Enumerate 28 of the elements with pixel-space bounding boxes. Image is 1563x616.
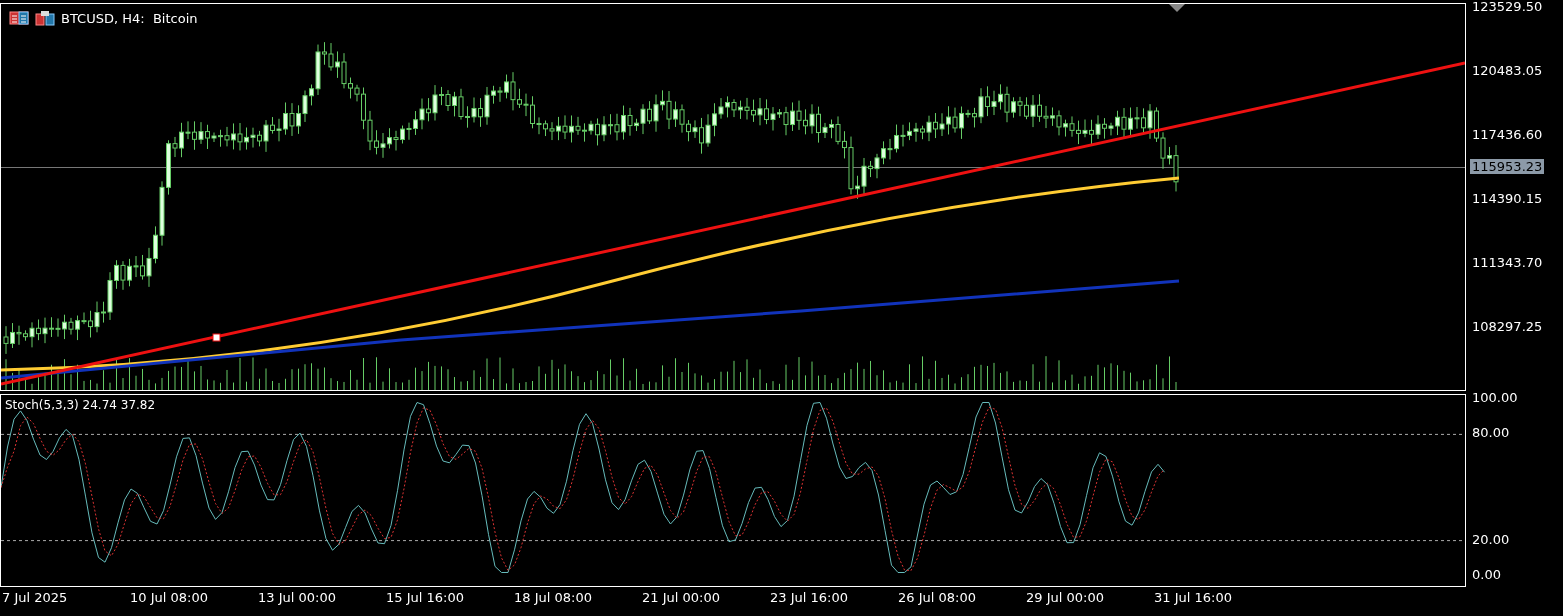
price-axis-label: 111343.70 — [1472, 255, 1543, 270]
indicator-axis-label: 0.00 — [1472, 567, 1501, 582]
time-axis-label: 21 Jul 00:00 — [642, 590, 720, 605]
time-axis-label: 15 Jul 16:00 — [386, 590, 464, 605]
time-axis-label: 23 Jul 16:00 — [770, 590, 848, 605]
time-axis-label: 13 Jul 00:00 — [258, 590, 336, 605]
indicator-axis-label: 20.00 — [1472, 531, 1510, 547]
indicator-axis-label: 100.00 — [1472, 390, 1518, 405]
shift-marker-icon[interactable] — [1169, 4, 1185, 12]
trend-line[interactable] — [1, 61, 1465, 386]
price-axis-label: 120483.05 — [1472, 63, 1543, 78]
time-axis-label: 10 Jul 08:00 — [130, 590, 208, 605]
price-axis-label: 108297.25 — [1472, 319, 1543, 334]
time-axis-label: 7 Jul 2025 — [2, 590, 68, 605]
time-axis-label: 18 Jul 08:00 — [514, 590, 592, 605]
chart-title: BTCUSD, H4: Bitcoin — [61, 10, 198, 26]
time-axis-label: 26 Jul 08:00 — [898, 590, 976, 605]
table-icon[interactable] — [9, 11, 29, 25]
time-axis-label: 29 Jul 00:00 — [1026, 590, 1104, 605]
price-axis-label: 114390.15 — [1472, 191, 1543, 206]
price-axis-label: 117436.60 — [1472, 127, 1543, 142]
window-icon[interactable] — [35, 10, 55, 26]
trend-line-handle[interactable] — [212, 333, 221, 342]
price-axis-label: 123529.50 — [1472, 0, 1543, 14]
indicator-label: Stoch(5,3,3) 24.74 37.82 — [5, 398, 156, 412]
time-axis-label: 31 Jul 16:00 — [1154, 590, 1232, 605]
current-price-label: 115953.23 — [1470, 159, 1545, 174]
indicator-axis-label: 80.00 — [1472, 425, 1510, 441]
